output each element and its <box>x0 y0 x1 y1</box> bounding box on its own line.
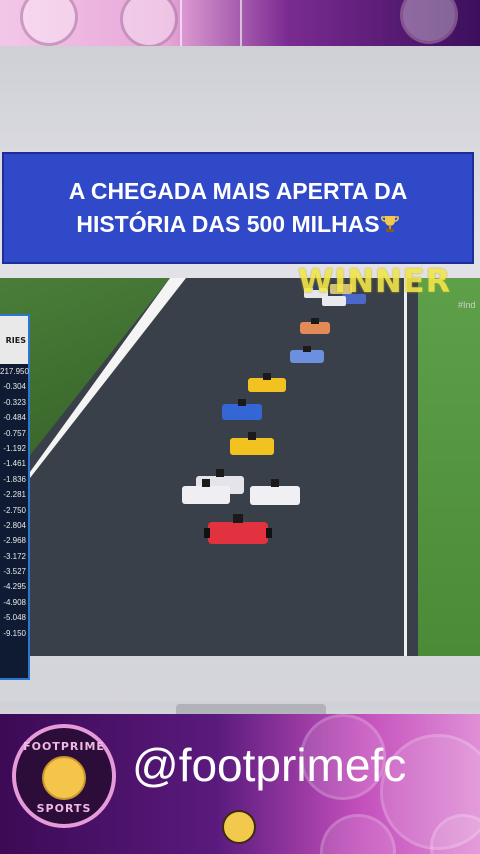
headline-label: A CHEGADA MAIS APERTA DA HISTÓRIA DAS 50… <box>68 178 408 237</box>
race-track: #Ind <box>0 278 480 656</box>
headline-banner: A CHEGADA MAIS APERTA DA HISTÓRIA DAS 50… <box>2 152 474 264</box>
gap-value: -4.908 <box>3 597 26 607</box>
soccer-ball-icon <box>120 0 178 48</box>
blurred-car-shadow <box>176 704 326 714</box>
leader-speed: 217.950 <box>0 367 29 376</box>
gap-value: -3.172 <box>3 551 26 561</box>
winner-graphic: WINNER <box>298 262 452 300</box>
headline-text: A CHEGADA MAIS APERTA DA HISTÓRIA DAS 50… <box>69 175 408 241</box>
gap-value: -1.192 <box>3 443 26 453</box>
soccer-ball-icon <box>42 756 86 800</box>
race-car <box>230 432 274 455</box>
gap-value: -5.048 <box>3 613 26 623</box>
logo-top-text: FOOTPRIME <box>23 740 105 753</box>
gap-value: -4.295 <box>3 582 26 592</box>
gap-value: -0.304 <box>3 382 26 392</box>
soccer-ball-icon <box>400 0 458 44</box>
race-car <box>248 373 286 392</box>
gap-value: -0.757 <box>3 428 26 438</box>
gap-value: -9.150 <box>3 628 26 638</box>
gap-value: -2.750 <box>3 505 26 515</box>
race-car <box>250 479 300 505</box>
video-frame[interactable]: #Ind RIES 217.950 -0.304 -0.323 -0.484 -0.7… <box>0 46 480 714</box>
band-divider <box>180 0 182 46</box>
soccer-ball-icon <box>320 814 396 854</box>
gap-value: -2.968 <box>3 536 26 546</box>
soccer-ball-icon <box>20 0 78 46</box>
social-handle[interactable]: @footprimefc <box>132 738 406 792</box>
gap-value: -1.836 <box>3 474 26 484</box>
gap-value: -0.323 <box>3 397 26 407</box>
timing-tower: RIES 217.950 -0.304 -0.323 -0.484 -0.757 -1.… <box>0 314 30 680</box>
band-divider <box>240 0 242 46</box>
gap-value: -3.527 <box>3 567 26 577</box>
race-car <box>204 514 272 544</box>
race-cars <box>182 284 366 544</box>
gap-value: -2.281 <box>3 490 26 500</box>
top-decoration-band <box>0 0 480 48</box>
footprime-logo[interactable]: FOOTPRIME SPORTS <box>12 724 116 828</box>
gap-value: -1.461 <box>3 459 26 469</box>
race-car <box>300 318 330 334</box>
timing-tower-header: RIES <box>0 316 28 364</box>
trophy-icon <box>380 216 399 232</box>
timing-tower-list: 217.950 -0.304 -0.323 -0.484 -0.757 -1.192 -1… <box>0 364 29 641</box>
soccer-ball-icon <box>222 810 256 844</box>
race-car <box>290 346 324 363</box>
logo-bottom-text: SPORTS <box>36 802 92 815</box>
race-car <box>222 399 262 420</box>
gap-value: -2.804 <box>3 520 26 530</box>
gap-value: -0.484 <box>3 413 26 423</box>
